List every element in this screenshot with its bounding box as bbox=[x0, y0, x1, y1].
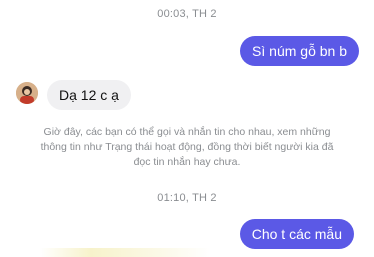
system-notice-line: đọc tin nhắn hay chưa. bbox=[133, 156, 241, 168]
system-notice: Giờ đây, các bạn có thể gọi và nhắn tin … bbox=[6, 125, 368, 170]
outgoing-message[interactable]: Sì núm gỗ bn b bbox=[240, 36, 359, 66]
contact-avatar[interactable] bbox=[16, 82, 38, 104]
conversation-thread: 00:03, TH 2 Sì núm gỗ bn b Dạ 12 c ạ Giờ… bbox=[0, 0, 374, 257]
timestamp: 01:10, TH 2 bbox=[157, 192, 217, 204]
system-notice-line: thông tin như Trạng thái hoạt động, đồng… bbox=[40, 141, 334, 153]
incoming-message[interactable]: Dạ 12 c ạ bbox=[47, 80, 131, 110]
partial-attachment bbox=[40, 248, 210, 257]
system-notice-line: Giờ đây, các bạn có thể gọi và nhắn tin … bbox=[43, 126, 331, 138]
timestamp: 00:03, TH 2 bbox=[157, 8, 217, 20]
outgoing-message[interactable]: Cho t các mẫu bbox=[239, 219, 354, 249]
